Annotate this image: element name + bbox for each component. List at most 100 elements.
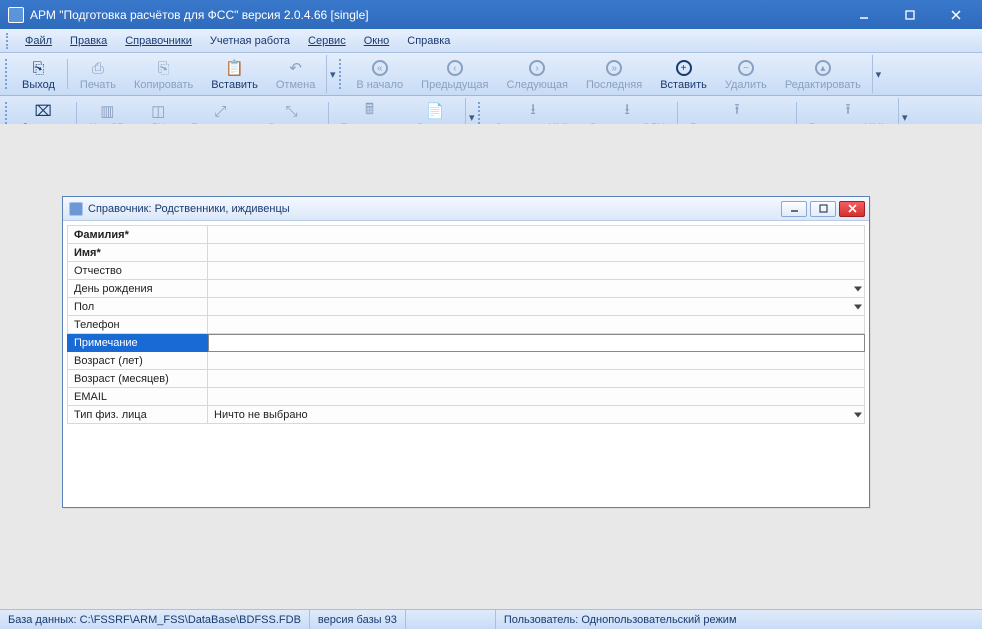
field-age-years[interactable]	[208, 352, 865, 370]
expand-icon: ⤢	[210, 101, 230, 121]
field-person-type[interactable]: Ничто не выбрано	[208, 406, 865, 424]
status-bar: База данных: C:\FSSRF\ARM_FSS\DataBase\B…	[0, 609, 982, 629]
collapse-icon: ⤡	[282, 101, 302, 121]
tb-copy-button[interactable]: ⎘Копировать	[125, 55, 202, 93]
close-doc-icon: ⌧	[33, 101, 53, 121]
field-phone[interactable]	[208, 316, 865, 334]
menu-window[interactable]: Окно	[355, 32, 399, 50]
status-user: Пользователь: Однопользовательский режим	[496, 610, 745, 629]
tb-print-button[interactable]: ⎙Печать	[71, 55, 125, 93]
tb-insert-button[interactable]: +Вставить	[651, 55, 716, 93]
barcode-icon: ▥	[97, 101, 117, 121]
exit-icon: ⎘	[28, 58, 48, 78]
undo-icon: ↶	[286, 58, 306, 78]
status-db-path: База данных: C:\FSSRF\ARM_FSS\DataBase\B…	[0, 610, 310, 629]
tb-last-button[interactable]: »Последняя	[577, 55, 651, 93]
copy-icon: ⎘	[154, 58, 174, 78]
status-spacer	[406, 610, 496, 629]
maximize-button[interactable]	[887, 4, 932, 26]
menu-file[interactable]: Файл	[16, 32, 61, 50]
inner-titlebar: Справочник: Родственники, иждивенцы	[63, 197, 869, 221]
row-note: Примечание	[68, 334, 865, 352]
inner-body: Фамилия* Имя* Отчество День рождения Пол…	[63, 221, 869, 507]
field-sex[interactable]	[208, 298, 865, 316]
label-birthday: День рождения	[68, 280, 208, 298]
label-age-years: Возраст (лет)	[68, 352, 208, 370]
toolbar-main: ⎘Выход ⎙Печать ⎘Копировать 📋Вставить ↶От…	[0, 53, 982, 96]
field-age-months[interactable]	[208, 370, 865, 388]
field-lastname[interactable]	[208, 226, 865, 244]
toolbar-grip-2	[339, 59, 344, 89]
menu-refs[interactable]: Справочники	[116, 32, 201, 50]
close-button[interactable]	[933, 4, 978, 26]
app-icon	[8, 7, 24, 23]
report-icon: 📄	[425, 101, 445, 121]
menu-bar: Файл Правка Справочники Учетная работа С…	[0, 29, 982, 53]
chevron-down-icon	[854, 304, 862, 309]
toolbar-grip	[5, 59, 10, 89]
label-email: EMAIL	[68, 388, 208, 406]
export-xml-icon: ⭱	[838, 101, 858, 121]
row-lastname: Фамилия*	[68, 226, 865, 244]
mdi-client-area: Справочник: Родственники, иждивенцы Фами…	[0, 124, 982, 609]
tb-first-button[interactable]: «В начало	[347, 55, 412, 93]
tb-undo-button[interactable]: ↶Отмена	[267, 55, 324, 93]
inner-maximize-button[interactable]	[810, 201, 836, 217]
last-icon: »	[604, 58, 624, 78]
prev-icon: ‹	[445, 58, 465, 78]
label-sex: Пол	[68, 298, 208, 316]
tb-paste-button[interactable]: 📋Вставить	[202, 55, 267, 93]
toolbar1-overflow[interactable]: ▾	[326, 55, 338, 93]
chevron-down-icon	[854, 286, 862, 291]
menu-service[interactable]: Сервис	[299, 32, 355, 50]
menu-help[interactable]: Справка	[398, 32, 459, 50]
field-email[interactable]	[208, 388, 865, 406]
property-grid: Фамилия* Имя* Отчество День рождения Пол…	[67, 225, 865, 424]
inner-minimize-button[interactable]	[781, 201, 807, 217]
row-age-years: Возраст (лет)	[68, 352, 865, 370]
row-birthday: День рождения	[68, 280, 865, 298]
tb-edit-button[interactable]: ▴Редактировать	[776, 55, 870, 93]
row-email: EMAIL	[68, 388, 865, 406]
row-person-type: Тип физ. лица Ничто не выбрано	[68, 406, 865, 424]
menu-work[interactable]: Учетная работа	[201, 32, 299, 50]
label-lastname: Фамилия*	[68, 226, 208, 244]
label-person-type: Тип физ. лица	[68, 406, 208, 424]
menu-grip	[6, 33, 10, 49]
field-note[interactable]	[208, 334, 865, 352]
field-birthday[interactable]	[208, 280, 865, 298]
inner-window-icon	[69, 202, 83, 216]
tb-next-button[interactable]: ›Следующая	[497, 55, 577, 93]
app-title: АРМ "Подготовка расчётов для ФСС" версия…	[30, 8, 840, 22]
label-note: Примечание	[68, 334, 208, 352]
field-patronymic[interactable]	[208, 262, 865, 280]
row-age-months: Возраст (месяцев)	[68, 370, 865, 388]
label-firstname: Имя*	[68, 244, 208, 262]
person-type-value: Ничто не выбрано	[214, 409, 308, 421]
first-icon: «	[370, 58, 390, 78]
inner-window-title: Справочник: Родственники, иждивенцы	[88, 203, 778, 215]
row-firstname: Имя*	[68, 244, 865, 262]
main-titlebar: АРМ "Подготовка расчётов для ФСС" версия…	[0, 0, 982, 29]
tb-exit-button[interactable]: ⎘Выход	[13, 55, 64, 93]
tb-prev-button[interactable]: ‹Предыдущая	[412, 55, 497, 93]
calc-icon: 🖩	[359, 101, 379, 121]
row-patronymic: Отчество	[68, 262, 865, 280]
field-firstname[interactable]	[208, 244, 865, 262]
import-eln-icon: ⭳	[617, 101, 637, 121]
doc-icon: ◫	[148, 101, 168, 121]
inner-close-button[interactable]	[839, 201, 865, 217]
paste-icon: 📋	[225, 58, 245, 78]
edit-icon: ▴	[813, 58, 833, 78]
label-age-months: Возраст (месяцев)	[68, 370, 208, 388]
label-patronymic: Отчество	[68, 262, 208, 280]
label-phone: Телефон	[68, 316, 208, 334]
tb-delete-button[interactable]: −Удалить	[716, 55, 776, 93]
chevron-down-icon	[854, 412, 862, 417]
print-icon: ⎙	[88, 58, 108, 78]
row-sex: Пол	[68, 298, 865, 316]
menu-edit[interactable]: Правка	[61, 32, 116, 50]
status-db-version: версия базы 93	[310, 610, 406, 629]
minimize-button[interactable]	[841, 4, 886, 26]
toolbar1b-overflow[interactable]: ▾	[872, 55, 884, 93]
